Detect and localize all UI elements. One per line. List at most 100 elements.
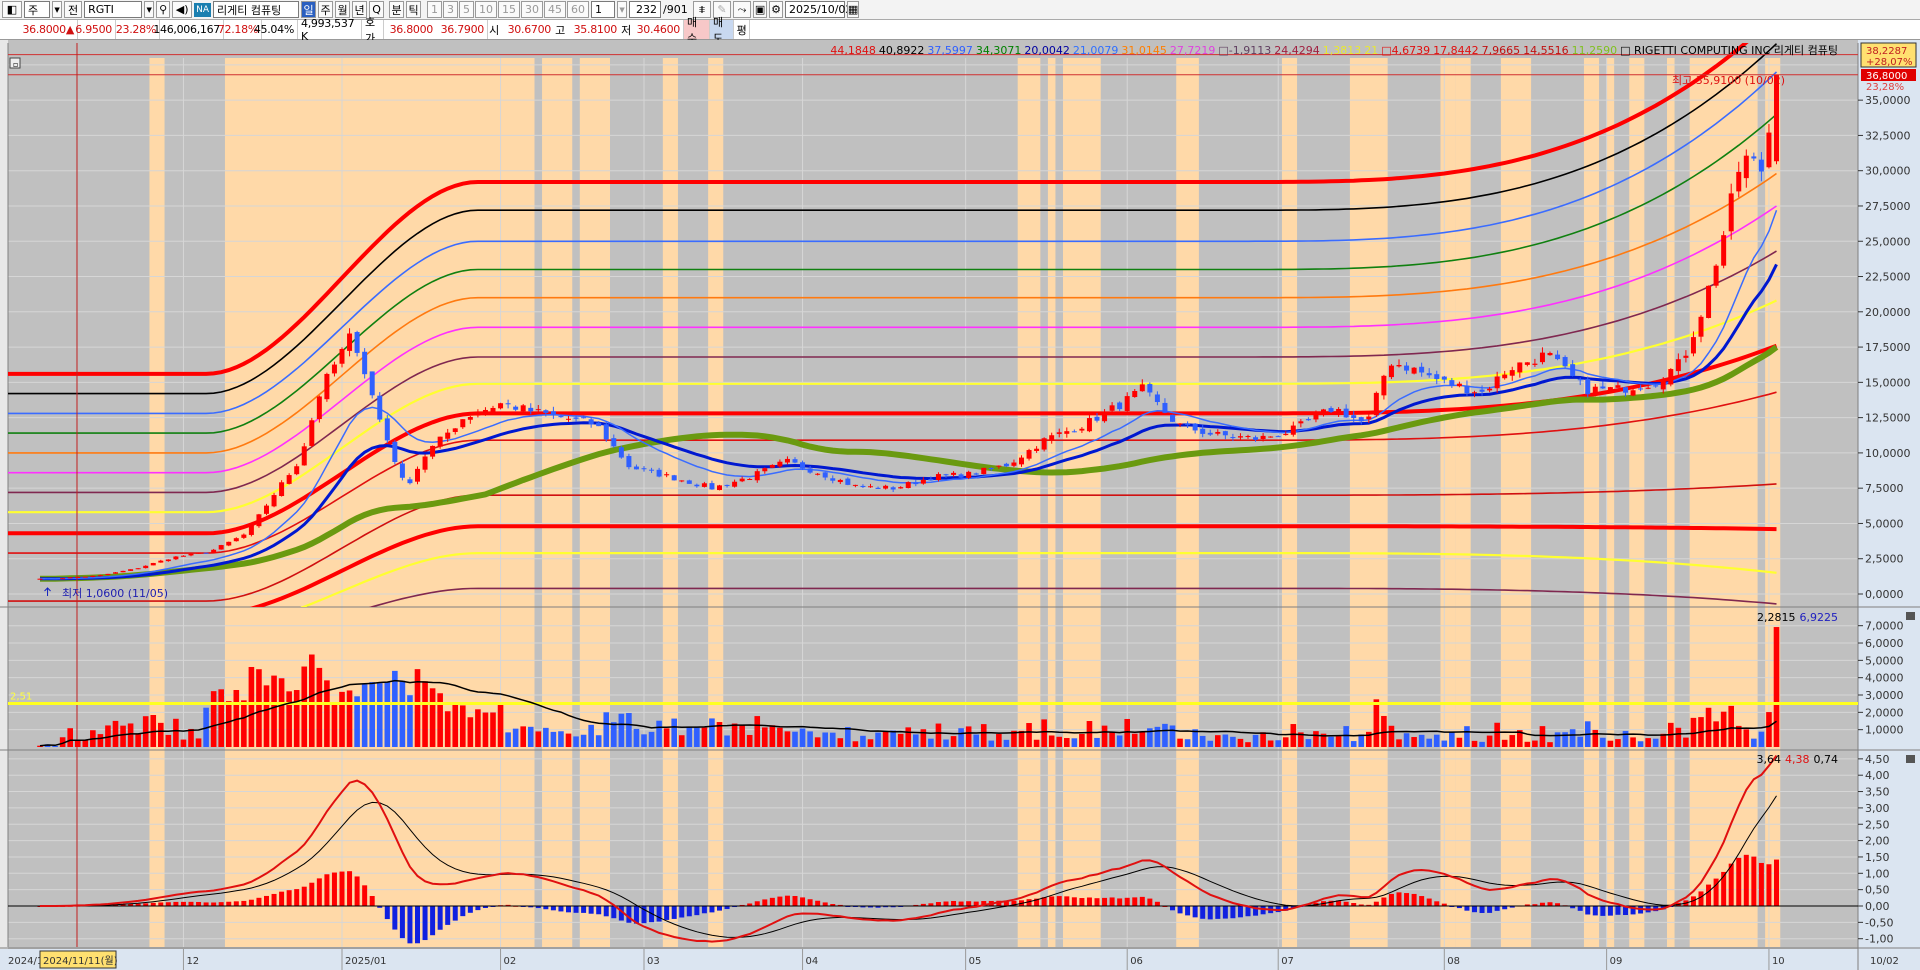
period-select[interactable]: 주 <box>24 1 50 18</box>
candle-body <box>467 416 473 420</box>
candle-body <box>158 560 164 563</box>
legend-item: 14,5516 <box>1523 44 1569 57</box>
candle-body <box>1011 462 1017 466</box>
price-axis-label: 22,5000 <box>1865 271 1911 284</box>
candle-body <box>920 479 926 484</box>
macd-osc-bar <box>1260 906 1266 915</box>
volume-bar <box>1026 723 1032 747</box>
toolbar-row-1: ◧ 주 ▼ 전 RGTI ▼ ⚲ ◀) NA 리게티 컴퓨팅 일주월년Q분틱 1… <box>0 0 1920 20</box>
volume-bar <box>444 711 451 747</box>
volume-bar <box>1600 737 1606 747</box>
candle-body <box>45 578 51 580</box>
buy-button[interactable]: 매수 <box>684 16 710 45</box>
macd-osc-bar <box>1056 896 1062 906</box>
volume-bar <box>837 738 844 747</box>
interval-dropdown-icon[interactable]: ▼ <box>617 1 628 18</box>
volume-axis-label: 7,0000 <box>1865 620 1904 633</box>
date-axis-label: 12 <box>186 956 199 967</box>
period-button-2[interactable]: 월 <box>335 1 351 18</box>
minute-button-45[interactable]: 45 <box>544 1 567 18</box>
volume-bar <box>482 712 489 747</box>
current-price-value: 36,8000 <box>1866 71 1907 82</box>
date-input[interactable]: 2025/10/02 <box>785 1 852 18</box>
save-icon[interactable]: ▣ <box>753 1 768 18</box>
candle-body <box>1132 391 1138 398</box>
candle-body <box>596 422 602 427</box>
period-button-1[interactable]: 주 <box>318 1 334 18</box>
candle-body <box>52 578 58 580</box>
candle-body <box>165 559 171 562</box>
volume-bar <box>158 722 164 747</box>
volume-bar <box>814 737 821 747</box>
candle-body <box>1751 156 1757 159</box>
candle-body <box>1351 415 1357 419</box>
macd-osc-bar <box>188 901 194 906</box>
candle-body <box>1721 235 1727 266</box>
minute-button-30[interactable]: 30 <box>521 1 544 18</box>
candle-body <box>1411 367 1417 374</box>
candle-body <box>490 407 496 413</box>
all-button[interactable]: 전 <box>64 1 83 18</box>
stock-chart[interactable]: 최고 35,9100 (10/02) 최저 1,0600 (11/05) ▫ 44,1… <box>0 40 1920 970</box>
volume-bar <box>1418 734 1425 747</box>
minute-button-10[interactable]: 10 <box>475 1 498 18</box>
candle-body <box>143 565 149 569</box>
candle-body <box>1313 413 1319 420</box>
macd-osc-bar <box>1177 906 1183 914</box>
sell-button[interactable]: 매도 <box>710 16 734 45</box>
period-button-6[interactable]: 틱 <box>406 1 422 18</box>
volume-bar <box>950 736 957 747</box>
period-button-0[interactable]: 일 <box>301 1 317 18</box>
minute-button-5[interactable]: 5 <box>459 1 475 18</box>
macd-osc-bar <box>1192 906 1198 918</box>
trend-icon[interactable]: ⤳ <box>733 1 752 18</box>
eval-button[interactable]: 평 <box>734 20 750 39</box>
candle-body <box>845 478 851 485</box>
candle-body <box>294 466 300 475</box>
legend-item: □ RIGETTI COMPUTING INC 리게티 컴퓨팅 <box>1620 44 1838 57</box>
minute-button-1[interactable]: 1 <box>427 1 443 18</box>
minute-button-3[interactable]: 3 <box>443 1 459 18</box>
volume-bar <box>935 723 942 747</box>
count-input[interactable]: 232 <box>629 1 662 18</box>
minute-button-15[interactable]: 15 <box>498 1 521 18</box>
volume-bar <box>573 736 579 747</box>
volume-bar <box>1615 739 1621 747</box>
macd-osc-bar <box>467 906 473 913</box>
layout-icon[interactable]: ◧ <box>2 1 22 18</box>
interval-input[interactable]: 1 <box>591 1 616 18</box>
volume-bar <box>1396 739 1402 747</box>
volume-bar <box>890 730 896 747</box>
macd-osc-bar <box>1615 906 1621 915</box>
macd-osc-bar <box>1109 897 1115 906</box>
settings-icon[interactable]: ⚙ <box>769 1 784 18</box>
macd-osc-bar <box>1607 906 1613 916</box>
volume-bar <box>807 731 813 747</box>
volume-bar <box>603 712 610 747</box>
macd-osc-bar <box>211 902 217 906</box>
macd-osc-bar <box>1064 896 1070 906</box>
candle-body <box>784 458 790 463</box>
minute-button-60[interactable]: 60 <box>567 1 590 18</box>
legend: 44,1848 40,8922 37,5997 34,3071 20,0042 21,00… <box>830 44 1838 57</box>
volume-bar <box>595 735 602 747</box>
candle-body <box>988 468 994 470</box>
candle-body <box>1472 392 1477 394</box>
macd-osc-bar <box>1494 906 1500 911</box>
calendar-icon[interactable]: ▦ <box>847 1 860 18</box>
volume-bar <box>897 733 904 747</box>
volume-bar <box>437 693 443 747</box>
price-axis-label: 12,5000 <box>1865 412 1911 425</box>
candle-body <box>1366 416 1372 420</box>
symbol-input[interactable]: RGTI <box>84 1 143 18</box>
candle-body <box>679 480 685 482</box>
symbol-dropdown-icon[interactable]: ▼ <box>144 1 155 18</box>
period-button-5[interactable]: 분 <box>389 1 405 18</box>
volume-bar <box>1169 725 1176 747</box>
speaker-icon[interactable]: ◀) <box>172 1 193 18</box>
volume-bar <box>641 734 647 747</box>
chevron-down-icon[interactable]: ▼ <box>52 1 62 18</box>
candle-body <box>1494 376 1500 389</box>
candle-body <box>686 480 692 484</box>
search-icon[interactable]: ⚲ <box>156 1 171 18</box>
